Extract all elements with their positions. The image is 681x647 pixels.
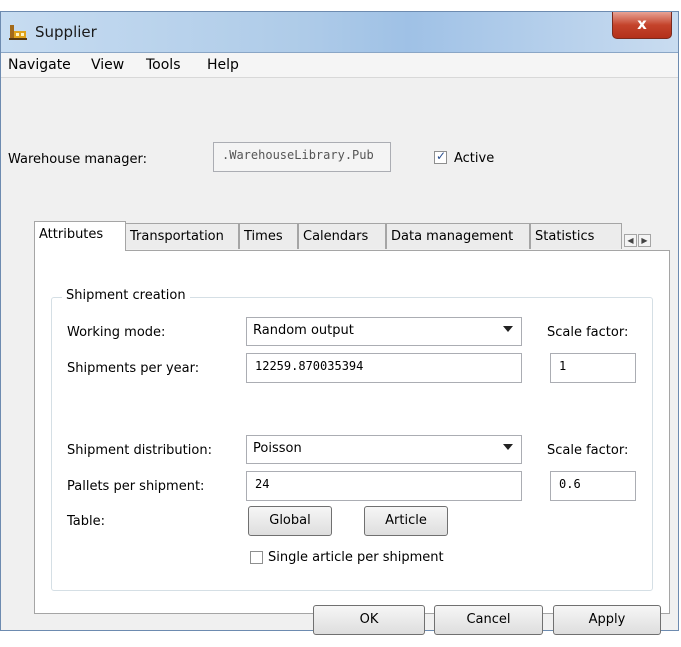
active-checkbox[interactable]: ✓: [434, 149, 447, 164]
title-bar[interactable]: Supplier x: [1, 12, 678, 53]
warehouse-manager-label: Warehouse manager:: [8, 152, 147, 167]
attributes-panel: Shipment creation Working mode: Random o…: [34, 250, 670, 614]
scroll-left-icon[interactable]: ◀: [624, 234, 637, 247]
shipment-distribution-value: Poisson: [253, 441, 302, 456]
menu-navigate[interactable]: Navigate: [8, 57, 71, 73]
scale-factor-field-1[interactable]: 1: [550, 353, 636, 383]
tab-times[interactable]: Times: [239, 223, 298, 249]
working-mode-label: Working mode:: [67, 325, 166, 340]
chevron-down-icon: [503, 326, 513, 332]
ok-button[interactable]: OK: [313, 605, 425, 635]
pallets-per-shipment-field[interactable]: 24: [246, 471, 522, 501]
close-button[interactable]: x: [612, 12, 672, 39]
supplier-app-icon: [9, 25, 27, 40]
tab-transportation[interactable]: Transportation: [125, 223, 239, 249]
menu-help[interactable]: Help: [207, 57, 239, 73]
checkmark-icon: ✓: [436, 149, 447, 163]
single-article-label: Single article per shipment: [268, 550, 444, 565]
pallets-per-shipment-label: Pallets per shipment:: [67, 479, 205, 494]
working-mode-select[interactable]: Random output: [246, 317, 522, 346]
tab-calendars[interactable]: Calendars: [298, 223, 386, 249]
close-icon: x: [637, 15, 647, 33]
shipment-distribution-select[interactable]: Poisson: [246, 435, 522, 464]
menu-bar: Navigate View Tools Help: [1, 53, 678, 78]
scale-factor-field-2[interactable]: 0.6: [550, 471, 636, 501]
chevron-down-icon: [503, 444, 513, 450]
apply-button[interactable]: Apply: [553, 605, 661, 635]
tab-data-management[interactable]: Data management: [386, 223, 530, 249]
tab-strip: Attributes Transportation Times Calendar…: [34, 221, 671, 251]
warehouse-manager-field[interactable]: .WarehouseLibrary.Pub: [213, 142, 391, 172]
working-mode-value: Random output: [253, 323, 354, 338]
article-button[interactable]: Article: [364, 506, 448, 536]
active-label: Active: [454, 151, 495, 166]
menu-view[interactable]: View: [91, 57, 124, 73]
tab-attributes[interactable]: Attributes: [34, 221, 126, 251]
window-title: Supplier: [35, 23, 97, 41]
single-article-checkbox[interactable]: [250, 551, 263, 564]
menu-tools[interactable]: Tools: [146, 57, 181, 73]
tab-statistics[interactable]: Statistics: [530, 223, 622, 249]
global-button[interactable]: Global: [248, 506, 332, 536]
table-label: Table:: [67, 514, 105, 529]
scale-factor-label-2: Scale factor:: [547, 443, 629, 458]
shipment-creation-title: Shipment creation: [62, 288, 190, 303]
shipment-distribution-label: Shipment distribution:: [67, 443, 212, 458]
cancel-button[interactable]: Cancel: [434, 605, 543, 635]
shipments-per-year-field[interactable]: 12259.870035394: [246, 353, 522, 383]
scroll-right-icon[interactable]: ▶: [638, 234, 651, 247]
supplier-window: Supplier x Navigate View Tools Help Ware…: [0, 11, 679, 635]
scale-factor-label: Scale factor:: [547, 325, 629, 340]
shipment-creation-group: Shipment creation Working mode: Random o…: [51, 288, 653, 591]
shipments-per-year-label: Shipments per year:: [67, 361, 200, 376]
